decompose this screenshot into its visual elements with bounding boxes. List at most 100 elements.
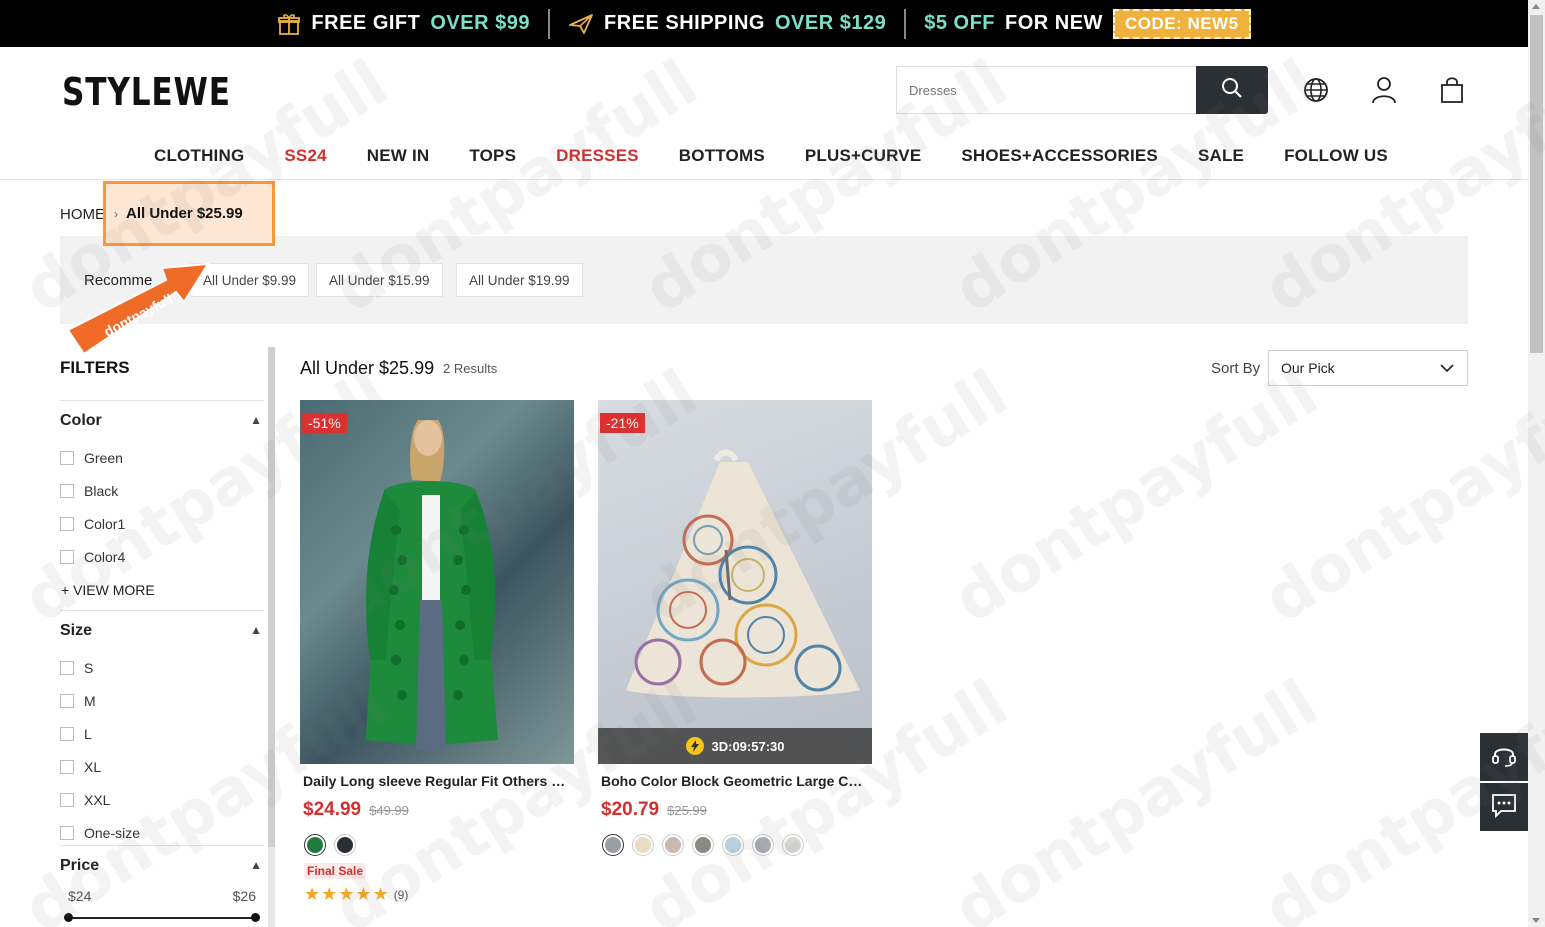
checkbox[interactable] bbox=[60, 483, 74, 498]
swatch-2[interactable] bbox=[632, 834, 654, 856]
account-icon[interactable] bbox=[1370, 76, 1398, 104]
checkbox[interactable] bbox=[60, 549, 74, 564]
filter-option-s[interactable]: S bbox=[60, 651, 264, 684]
filters-scrollbar-thumb[interactable] bbox=[268, 347, 275, 847]
swatch-dark[interactable] bbox=[334, 834, 356, 856]
product-rating[interactable]: ★★★★★ (9) bbox=[300, 884, 574, 905]
checkbox[interactable] bbox=[60, 450, 74, 465]
swatch-1[interactable] bbox=[602, 834, 624, 856]
page-scrollbar[interactable] bbox=[1528, 0, 1545, 927]
final-sale-badge: Final Sale bbox=[304, 863, 367, 879]
main-nav: CLOTHING SS24 NEW IN TOPS DRESSES BOTTOM… bbox=[0, 140, 1528, 180]
nav-item-bottoms[interactable]: BOTTOMS bbox=[679, 146, 765, 166]
price-slider[interactable] bbox=[64, 910, 260, 926]
headset-icon bbox=[1491, 742, 1517, 773]
search-input[interactable] bbox=[896, 66, 1196, 114]
globe-icon[interactable] bbox=[1302, 76, 1330, 104]
swatch-green[interactable] bbox=[304, 834, 326, 856]
swatch-fill bbox=[307, 837, 323, 853]
swatch-6[interactable] bbox=[752, 834, 774, 856]
nav-item-ss24[interactable]: SS24 bbox=[284, 146, 326, 166]
chat-button[interactable] bbox=[1480, 783, 1528, 831]
filters-scrollbar[interactable] bbox=[268, 347, 275, 927]
checkbox[interactable] bbox=[60, 759, 74, 774]
filter-price-header[interactable]: Price ▲ bbox=[60, 846, 264, 886]
nav-item-plus-curve[interactable]: PLUS+CURVE bbox=[805, 146, 921, 166]
nav-item-clothing[interactable]: CLOTHING bbox=[154, 146, 244, 166]
search-button[interactable] bbox=[1196, 66, 1268, 114]
scroll-up-icon[interactable] bbox=[1532, 4, 1540, 9]
sort-label: Sort By bbox=[1211, 360, 1261, 377]
checkbox[interactable] bbox=[60, 825, 74, 840]
checkbox[interactable] bbox=[60, 693, 74, 708]
breadcrumb-current: › All Under $25.99 bbox=[103, 181, 275, 246]
chip-under-15-99[interactable]: All Under $15.99 bbox=[316, 263, 443, 297]
slider-min-handle[interactable] bbox=[64, 913, 73, 922]
sort-select[interactable]: Our Pick bbox=[1268, 350, 1468, 386]
product-card[interactable]: -51% Daily Long sleeve Regular Fit Other… bbox=[300, 400, 574, 905]
chat-icon bbox=[1491, 792, 1517, 823]
nav-item-new-in[interactable]: NEW IN bbox=[367, 146, 430, 166]
filter-option-black[interactable]: Black bbox=[60, 474, 264, 507]
swatch-fill bbox=[337, 837, 353, 853]
slider-max-handle[interactable] bbox=[251, 913, 260, 922]
cart-icon[interactable] bbox=[1438, 76, 1466, 104]
filter-option-green[interactable]: Green bbox=[60, 441, 264, 474]
filter-color-header[interactable]: Color ▲ bbox=[60, 401, 264, 441]
product-name[interactable]: Daily Long sleeve Regular Fit Others Swe… bbox=[300, 773, 568, 789]
product-image[interactable]: -51% bbox=[300, 400, 574, 764]
filter-option-color4[interactable]: Color4 bbox=[60, 540, 264, 573]
nav-item-tops[interactable]: TOPS bbox=[469, 146, 516, 166]
results-count: 2 Results bbox=[443, 361, 498, 376]
customer-service-button[interactable] bbox=[1480, 733, 1528, 781]
checkbox[interactable] bbox=[60, 726, 74, 741]
swatch-5[interactable] bbox=[722, 834, 744, 856]
product-price: $20.79 bbox=[601, 799, 660, 820]
recommend-bar: Recomme All Under $9.99 All Under $15.99… bbox=[60, 236, 1468, 324]
nav-item-shoes-accessories[interactable]: SHOES+ACCESSORIES bbox=[961, 146, 1158, 166]
nav-item-sale[interactable]: SALE bbox=[1198, 146, 1244, 166]
filters-title: FILTERS bbox=[60, 358, 130, 377]
checkbox[interactable] bbox=[60, 792, 74, 807]
swatch-3[interactable] bbox=[662, 834, 684, 856]
chip-under-19-99[interactable]: All Under $19.99 bbox=[456, 263, 583, 297]
filter-option-xxl[interactable]: XXL bbox=[60, 783, 264, 816]
site-logo[interactable]: STYLEWE bbox=[62, 70, 231, 114]
search-bar bbox=[896, 66, 1268, 114]
promo-new: $5 OFF FOR NEW CODE: NEW5 bbox=[924, 8, 1251, 39]
review-count: (9) bbox=[393, 887, 409, 902]
promo-gift-label: FREE GIFT bbox=[311, 12, 421, 34]
scrollbar-thumb[interactable] bbox=[1530, 15, 1543, 353]
filter-option-m[interactable]: M bbox=[60, 684, 264, 717]
filter-size-title: Size bbox=[60, 622, 93, 639]
filter-option-xl[interactable]: XL bbox=[60, 750, 264, 783]
nav-item-dresses[interactable]: DRESSES bbox=[556, 146, 639, 166]
chevron-up-icon: ▲ bbox=[250, 413, 262, 427]
swatch-fill bbox=[635, 837, 651, 853]
swatch-fill bbox=[785, 837, 801, 853]
product-image[interactable]: -21% 3D:09:57:30 bbox=[598, 400, 872, 764]
swatch-fill bbox=[695, 837, 711, 853]
chevron-up-icon: ▲ bbox=[250, 858, 262, 872]
product-name[interactable]: Boho Color Block Geometric Large Capacit… bbox=[598, 773, 866, 789]
product-original-price: $49.99 bbox=[369, 803, 409, 818]
breadcrumb-home[interactable]: HOME bbox=[60, 206, 105, 223]
promo-divider bbox=[904, 8, 907, 39]
watermark: dontpayfull bbox=[1251, 356, 1545, 638]
checkbox[interactable] bbox=[60, 516, 74, 531]
filter-option-l[interactable]: L bbox=[60, 717, 264, 750]
view-more-link[interactable]: + VIEW MORE bbox=[60, 573, 264, 606]
nav-item-follow-us[interactable]: FOLLOW US bbox=[1284, 146, 1388, 166]
filter-size-header[interactable]: Size ▲ bbox=[60, 611, 264, 651]
results-title: All Under $25.99 bbox=[300, 358, 435, 378]
product-original-price: $25.99 bbox=[667, 803, 707, 818]
scroll-down-icon[interactable] bbox=[1532, 918, 1540, 923]
promo-bar[interactable]: FREE GIFT OVER $99 FREE SHIPPING OVER $1… bbox=[0, 0, 1528, 47]
watermark: dontpayfull bbox=[941, 356, 1331, 638]
option-label: XL bbox=[84, 758, 102, 775]
swatch-4[interactable] bbox=[692, 834, 714, 856]
checkbox[interactable] bbox=[60, 660, 74, 675]
product-card[interactable]: -21% 3D:09:57:30 Boho Color Block Geomet… bbox=[598, 400, 872, 856]
filter-option-color1[interactable]: Color1 bbox=[60, 507, 264, 540]
swatch-7[interactable] bbox=[782, 834, 804, 856]
